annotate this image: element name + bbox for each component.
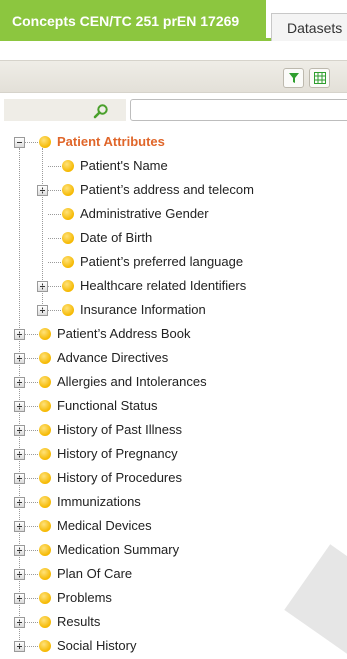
bullet-icon [39,568,51,580]
tree-connector [48,214,63,215]
tree-connector [48,262,63,263]
bullet-icon [62,304,74,316]
tree-node[interactable]: Allergies and Intolerances [57,371,207,393]
tree-node[interactable]: Results [57,611,100,633]
bullet-icon [39,328,51,340]
tree-connector [25,550,40,551]
tree-connector [48,238,63,239]
tree-node[interactable]: Patient’s Address Book [57,323,190,345]
tree-node[interactable]: History of Procedures [57,467,182,489]
tree-connector [25,502,40,503]
tree-node[interactable]: Administrative Gender [80,203,209,225]
tree-connector [25,574,40,575]
bullet-icon [62,232,74,244]
tree-node[interactable]: Medical Devices [57,515,152,537]
tree-connector [25,622,40,623]
tree-connector [25,646,40,647]
tree-node[interactable]: Insurance Information [80,299,206,321]
bullet-icon [62,256,74,268]
tree-connector [25,334,40,335]
bullet-icon [62,280,74,292]
tree-connector [25,382,40,383]
bullet-icon [39,352,51,364]
tree-connector [48,166,63,167]
tree-node[interactable]: Functional Status [57,395,157,417]
tree-connector [25,526,40,527]
bullet-icon [39,496,51,508]
concept-tree: Patient Attributes Patient's Name Patient’… [0,0,347,659]
tree-connector [25,478,40,479]
bullet-icon [39,520,51,532]
tree-node[interactable]: Patient’s preferred language [80,251,243,273]
tree-connector [25,430,40,431]
bullet-icon [39,616,51,628]
bullet-icon [39,424,51,436]
tree-node[interactable]: Problems [57,587,112,609]
tree-node[interactable]: History of Pregnancy [57,443,178,465]
tree-node[interactable]: Social History [57,635,136,657]
tree-connector [48,190,63,191]
tree-node[interactable]: Date of Birth [80,227,152,249]
bullet-icon [39,376,51,388]
tree-connector [19,148,20,646]
bullet-icon [39,544,51,556]
bullet-icon [39,592,51,604]
tree-connector [42,148,43,310]
tree-node[interactable]: Patient’s address and telecom [80,179,254,201]
bullet-icon [39,472,51,484]
collapse-icon[interactable] [14,137,25,148]
tree-root-node[interactable]: Patient Attributes [57,131,165,153]
tree-connector [48,286,63,287]
tree-node[interactable]: Advance Directives [57,347,168,369]
tree-node[interactable]: Medication Summary [57,539,179,561]
bullet-icon [62,184,74,196]
tree-connector [25,454,40,455]
tree-node[interactable]: Healthcare related Identifiers [80,275,246,297]
bullet-icon [39,136,51,148]
bullet-icon [62,208,74,220]
tree-node[interactable]: History of Past Illness [57,419,182,441]
tree-connector [48,310,63,311]
tree-connector [25,598,40,599]
tree-node[interactable]: Immunizations [57,491,141,513]
tree-connector [25,142,40,143]
bullet-icon [62,160,74,172]
bullet-icon [39,400,51,412]
tree-connector [25,358,40,359]
bullet-icon [39,640,51,652]
tree-node[interactable]: Patient's Name [80,155,168,177]
tree-node[interactable]: Plan Of Care [57,563,132,585]
bullet-icon [39,448,51,460]
tree-connector [25,406,40,407]
